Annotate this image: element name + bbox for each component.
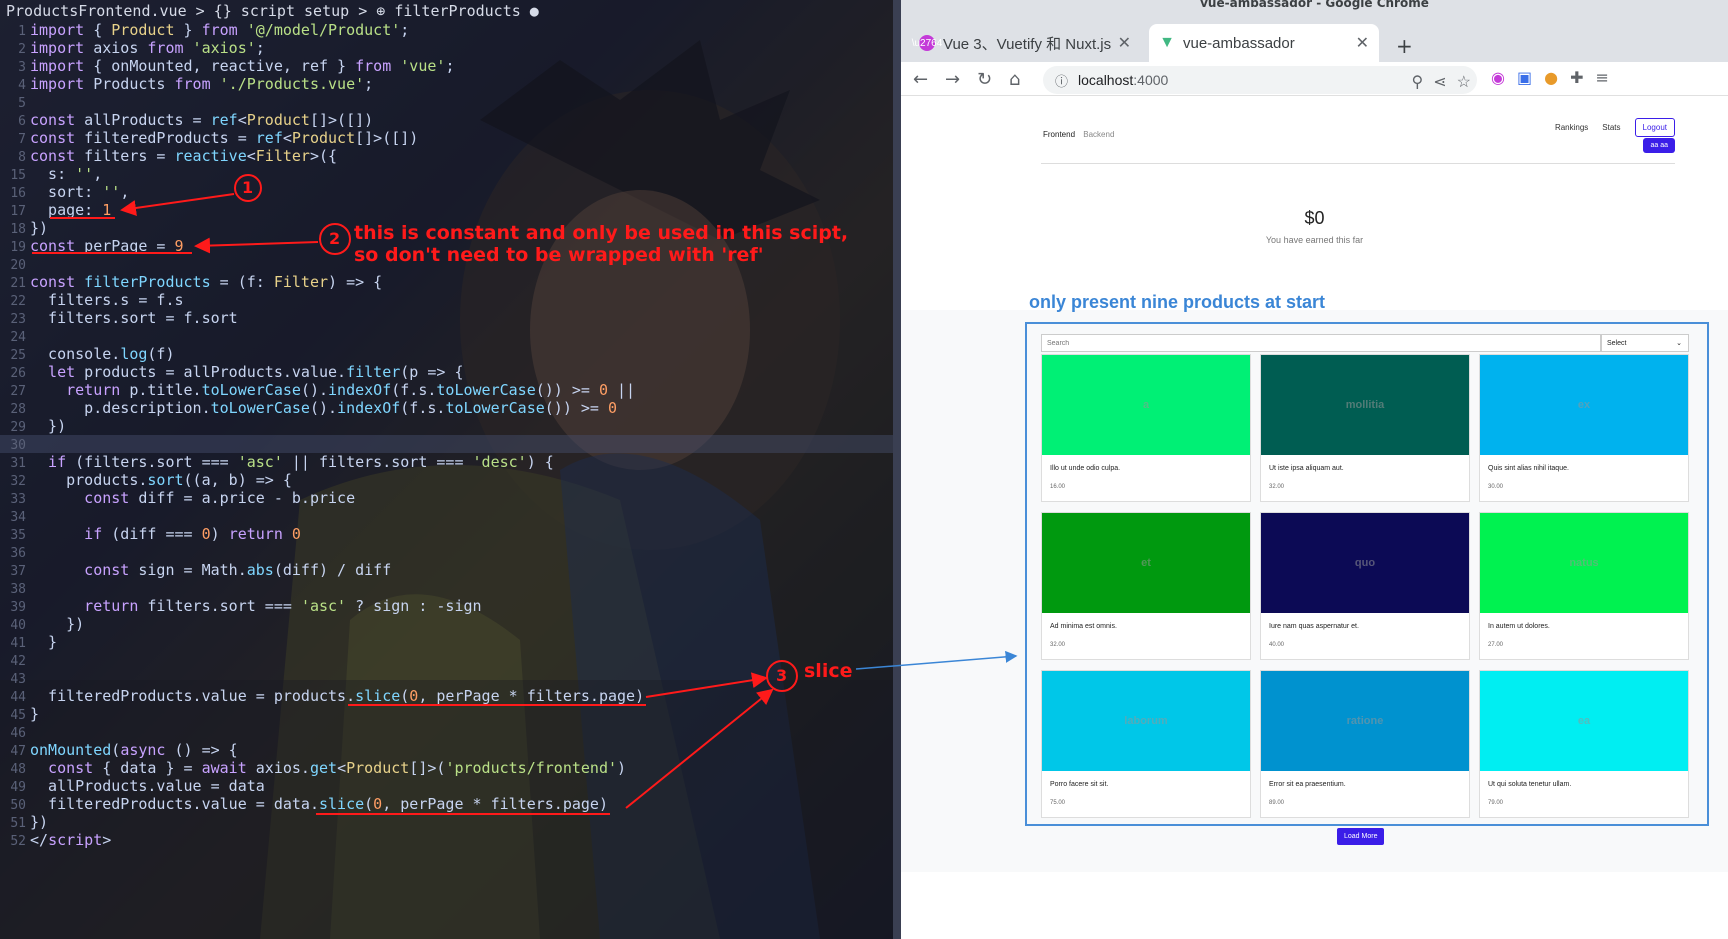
slice-to-products-arrow xyxy=(855,650,1018,670)
